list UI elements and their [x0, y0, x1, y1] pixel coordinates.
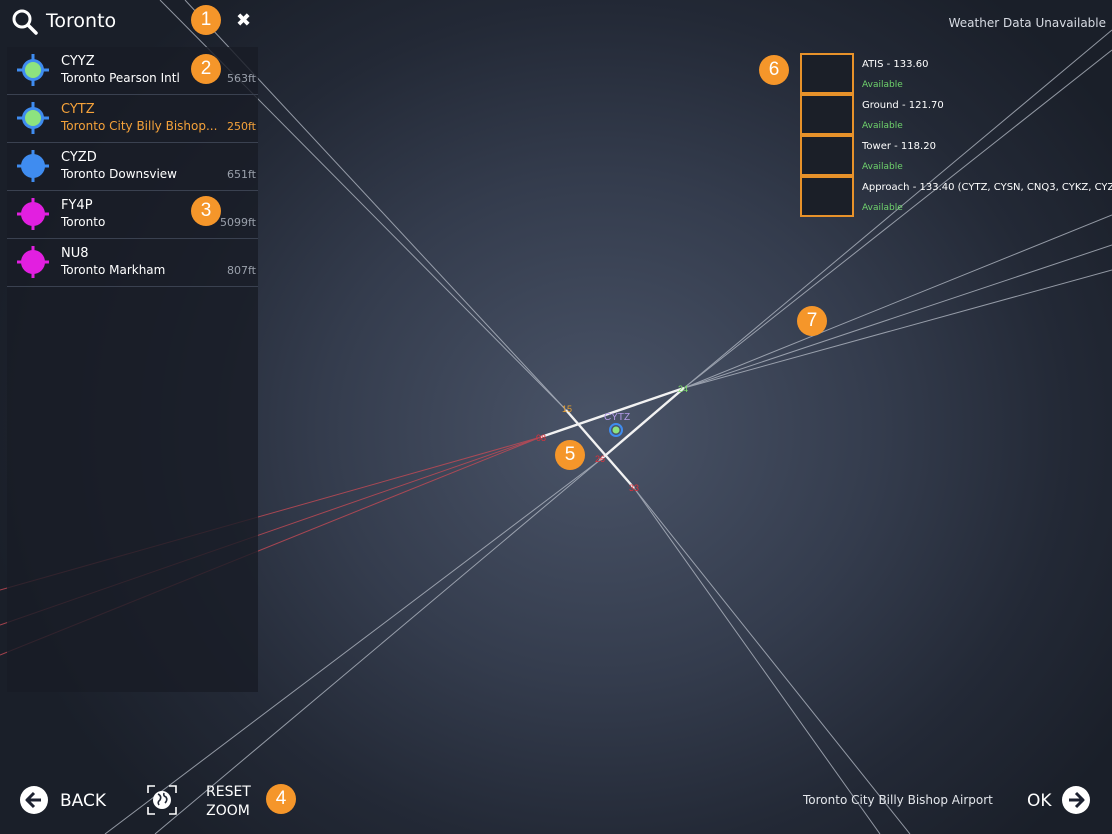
airport-code: CYZD — [61, 150, 97, 165]
airport-code: CYTZ — [61, 102, 95, 117]
runways — [540, 386, 685, 489]
frequency-status: Available — [862, 162, 903, 172]
callout-badge: 7 — [797, 306, 827, 336]
list-item[interactable]: NU8 Toronto Markham 807ft — [7, 239, 258, 287]
frequency-label: Approach - 133.40 (CYTZ, CYSN, CNQ3, CYK… — [862, 182, 1112, 193]
frequency-status: Available — [862, 121, 903, 131]
airport-elevation: 5099ft — [220, 216, 256, 229]
airport-elevation: 250ft — [227, 120, 256, 133]
heliport-icon — [17, 198, 49, 230]
frequency-label: Tower - 118.20 — [862, 141, 936, 152]
airport-name: Toronto Downsview — [61, 167, 177, 181]
globe-reset-icon[interactable] — [146, 784, 178, 816]
airport-elevation: 651ft — [227, 168, 256, 181]
ok-button[interactable]: OK — [1027, 791, 1052, 811]
airport-code: FY4P — [61, 198, 93, 213]
list-item[interactable]: CYTZ Toronto City Billy Bishop... 250ft — [7, 95, 258, 143]
airport-map-label: CYTZ — [604, 412, 630, 423]
approach-line — [683, 214, 1112, 389]
frequency-button-tower[interactable] — [800, 135, 854, 176]
search-results-panel: CYYZ Toronto Pearson Intl 563ft CYTZ Tor… — [7, 47, 258, 692]
callout-badge: 6 — [759, 55, 789, 85]
frequency-label: ATIS - 133.60 — [862, 59, 929, 70]
selected-airport-name: Toronto City Billy Bishop Airport — [803, 793, 993, 807]
approach-line — [683, 269, 1112, 389]
frequency-label: Ground - 121.70 — [862, 100, 944, 111]
airport-name: Toronto Markham — [61, 263, 166, 277]
airport-name: Toronto — [61, 215, 106, 229]
back-arrow-icon[interactable] — [20, 786, 48, 814]
close-icon[interactable]: ✖ — [236, 10, 251, 31]
weather-status: Weather Data Unavailable — [948, 16, 1106, 30]
frequency-status: Available — [862, 80, 903, 90]
airport-code: CYYZ — [61, 54, 95, 69]
airport-icon — [17, 102, 49, 134]
airport-name: Toronto City Billy Bishop... — [61, 119, 218, 133]
back-button[interactable]: BACK — [60, 791, 106, 811]
frequency-button-approach[interactable] — [800, 176, 854, 217]
reset-zoom-button[interactable]: RESET ZOOM — [206, 783, 251, 821]
runway-label: 33 — [629, 483, 639, 493]
frequency-button-atis[interactable] — [800, 53, 854, 94]
frequency-button-ground[interactable] — [800, 94, 854, 135]
approach-line — [683, 244, 1112, 389]
airport-code: NU8 — [61, 246, 89, 261]
airport-elevation: 563ft — [227, 72, 256, 85]
frequency-status: Available — [862, 203, 903, 213]
reset-zoom-line2: ZOOM — [206, 803, 250, 819]
callout-badge: 3 — [191, 196, 221, 226]
callout-badge: 4 — [266, 784, 296, 814]
reset-zoom-line1: RESET — [206, 784, 251, 800]
runway-label: 24 — [678, 384, 688, 394]
approach-line — [633, 487, 881, 834]
airport-icon — [17, 150, 49, 182]
search-input[interactable]: Toronto — [46, 10, 116, 32]
callout-badge: 5 — [555, 440, 585, 470]
airport-icon — [17, 54, 49, 86]
callout-badge: 2 — [191, 54, 221, 84]
approach-line — [633, 487, 911, 834]
airport-name: Toronto Pearson Intl — [61, 71, 180, 85]
callout-badge: 1 — [191, 5, 221, 35]
forward-arrow-icon[interactable] — [1062, 786, 1090, 814]
search-icon[interactable] — [11, 8, 39, 36]
runway-label: 15 — [562, 404, 572, 414]
airport-marker-icon — [609, 423, 623, 437]
list-item[interactable]: CYZD Toronto Downsview 651ft — [7, 143, 258, 191]
runway-label: 26 — [595, 454, 605, 464]
heliport-icon — [17, 246, 49, 278]
airport-elevation: 807ft — [227, 264, 256, 277]
runway-label: 08 — [536, 433, 546, 443]
